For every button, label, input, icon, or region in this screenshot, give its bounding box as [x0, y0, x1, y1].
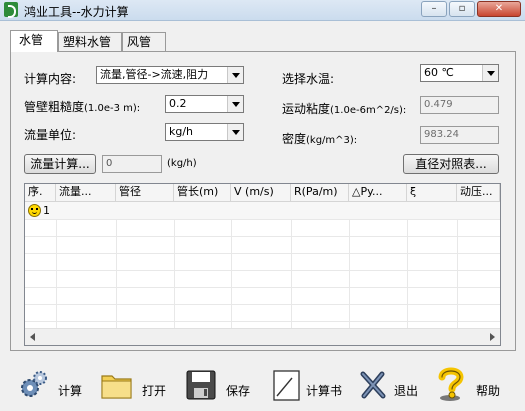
exit-button[interactable]: 退出: [356, 368, 428, 404]
col-header-dynamic-pressure[interactable]: 动压...: [457, 184, 500, 201]
water-temp-label: 选择水温:: [282, 72, 335, 86]
maximize-icon[interactable]: ▫: [449, 1, 475, 17]
save-button[interactable]: 保存: [184, 368, 256, 404]
help-button[interactable]: 帮助: [436, 367, 516, 404]
grid-body: 1: [25, 202, 500, 329]
calc-content-select[interactable]: 流量,管径->流速,阻力: [96, 66, 244, 84]
tab-water-pipe-label: 水管: [19, 33, 44, 47]
calc-content-label: 计算内容:: [24, 72, 77, 86]
chevron-down-icon[interactable]: [482, 65, 498, 81]
app-logo-icon: [4, 2, 18, 18]
viscosity-label-text: 运动粘度: [282, 102, 331, 116]
results-grid[interactable]: 序. 流量... 管径 管长(m) V (m/s) R(Pa/m) △Py...…: [24, 183, 501, 346]
col-header-xi[interactable]: ξ: [407, 184, 457, 201]
exit-x-icon: [360, 371, 386, 399]
title-bar: 鸿业工具--水力计算 – ▫ ✕: [0, 0, 525, 21]
help-label: 帮助: [476, 384, 501, 398]
window-title: 鸿业工具--水力计算: [24, 5, 129, 19]
horizontal-scrollbar[interactable]: [25, 328, 500, 345]
chevron-down-icon[interactable]: [227, 124, 243, 140]
calc-book-button[interactable]: 计算书: [270, 368, 350, 404]
tab-water-pipe[interactable]: 水管: [10, 30, 58, 52]
tab-plastic-pipe-label: 塑料水管: [63, 35, 112, 49]
scroll-right-icon[interactable]: [490, 333, 495, 341]
close-icon[interactable]: ✕: [477, 1, 521, 17]
flow-unit-label: 流量单位:: [24, 128, 77, 142]
scroll-left-icon[interactable]: [30, 333, 35, 341]
roughness-label-text: 管壁粗糙度: [24, 100, 85, 114]
flow-calc-result: 0: [102, 155, 162, 173]
table-row[interactable]: 1: [25, 202, 500, 219]
row-index: 1: [43, 204, 50, 217]
col-header-velocity[interactable]: V (m/s): [231, 184, 291, 201]
roughness-unit: (1.0e-3 m):: [84, 103, 141, 114]
gears-icon: [21, 371, 47, 397]
viscosity-label: 运动粘度(1.0e-6m^2/s):: [282, 100, 406, 117]
col-header-length[interactable]: 管长(m): [174, 184, 231, 201]
flow-calc-button[interactable]: 流量计算...: [24, 154, 96, 174]
viscosity-field: 0.479: [420, 96, 499, 114]
roughness-label: 管壁粗糙度(1.0e-3 m):: [24, 98, 140, 115]
chevron-down-icon[interactable]: [227, 96, 243, 112]
density-field: 983.24: [420, 126, 499, 144]
smiley-icon: [28, 204, 41, 217]
col-header-resistance[interactable]: R(Pa/m): [291, 184, 349, 201]
calculate-label: 计算: [58, 384, 83, 398]
open-label: 打开: [142, 384, 167, 398]
flow-unit-select[interactable]: kg/h: [165, 123, 244, 141]
col-header-pressure-loss[interactable]: △Py...: [349, 184, 407, 201]
open-button[interactable]: 打开: [100, 368, 172, 404]
density-label-text: 密度: [282, 132, 307, 146]
tab-plastic-pipe[interactable]: 塑料水管: [58, 32, 122, 51]
roughness-select[interactable]: 0.2: [165, 95, 244, 113]
flow-unit-value: kg/h: [169, 125, 194, 138]
chevron-down-icon[interactable]: [227, 67, 243, 83]
save-label: 保存: [226, 384, 251, 398]
viscosity-unit: (1.0e-6m^2/s):: [330, 105, 407, 116]
folder-icon: [101, 375, 132, 399]
roughness-value: 0.2: [169, 97, 187, 110]
exit-label: 退出: [394, 384, 419, 398]
calc-book-label: 计算书: [306, 384, 343, 398]
diameter-table-button[interactable]: 直径对照表...: [403, 154, 499, 174]
col-header-index[interactable]: 序.: [25, 184, 56, 201]
tab-air-duct-label: 风管: [127, 35, 152, 49]
flow-calc-unit: (kg/h): [167, 158, 197, 169]
col-header-flow[interactable]: 流量...: [56, 184, 116, 201]
calc-content-value: 流量,管径->流速,阻力: [100, 68, 209, 81]
calc-book-icon: [273, 370, 300, 401]
density-unit: (kg/m^3):: [306, 135, 358, 146]
tab-air-duct[interactable]: 风管: [122, 32, 166, 51]
floppy-disk-icon: [186, 370, 216, 400]
density-label: 密度(kg/m^3):: [282, 130, 357, 147]
help-question-icon: [438, 367, 464, 401]
grid-header: 序. 流量... 管径 管长(m) V (m/s) R(Pa/m) △Py...…: [25, 184, 500, 202]
col-header-diameter[interactable]: 管径: [116, 184, 174, 201]
water-temp-select[interactable]: 60 ℃: [420, 64, 499, 82]
water-temp-value: 60 ℃: [424, 66, 454, 79]
minimize-icon[interactable]: –: [421, 1, 447, 17]
calculate-button[interactable]: 计算: [16, 368, 88, 404]
